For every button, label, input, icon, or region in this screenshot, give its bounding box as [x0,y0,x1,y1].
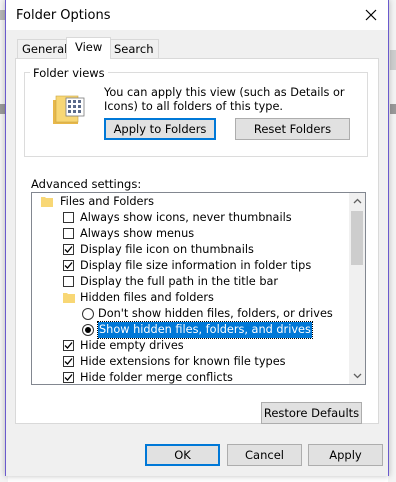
scroll-thumb[interactable] [351,211,363,265]
folder-views-description: You can apply this view (such as Details… [104,86,345,113]
checkmark-icon [64,358,73,365]
checkbox-display-file-icon[interactable] [63,244,74,255]
checkbox-hide-merge-conflicts[interactable] [63,372,74,383]
dialog-body: General View Search Folder views You can… [6,30,388,476]
tree-folder-row: Files and Folders [32,194,348,210]
apply-button[interactable]: Apply [308,444,383,466]
checkbox-hide-empty-drives[interactable] [63,340,74,351]
apply-to-folders-button[interactable]: Apply to Folders [104,118,216,140]
radio-label: Don't show hidden files, folders, or dri… [98,307,333,320]
checkbox-display-file-size[interactable] [63,260,74,271]
ok-button[interactable]: OK [145,444,220,466]
tree-radio-row[interactable]: Don't show hidden files, folders, or dri… [32,306,348,322]
chevron-down-icon [353,373,361,379]
tree-checkbox-row[interactable]: Always show menus [32,226,348,242]
cancel-label: Cancel [245,448,284,462]
radio-dont-show-hidden[interactable] [82,308,94,320]
chevron-up-icon [353,198,361,204]
checkbox-label: Hide folder merge conflicts [80,371,233,384]
folder-icon [63,293,75,303]
advanced-settings-label: Advanced settings: [31,177,142,191]
background-window-edge-right [388,0,396,482]
background-window-mark [390,104,396,114]
tab-view[interactable]: View [66,37,112,59]
tree-checkbox-row[interactable]: Display file icon on thumbnails [32,242,348,258]
reset-folders-button[interactable]: Reset Folders [235,118,350,140]
folder-icon [41,197,53,207]
apply-label: Apply [329,448,362,462]
folder-views-icon [53,95,85,124]
checkmark-icon [64,374,73,381]
tab-general-label: General [22,42,68,56]
tree-checkbox-row[interactable]: Display file size information in folder … [32,258,348,274]
checkbox-label: Display file icon on thumbnails [80,243,254,256]
tree-checkbox-row[interactable]: Hide extensions for known file types [32,354,348,370]
radio-selected-dot [85,327,91,333]
vertical-scrollbar[interactable] [349,193,365,384]
checkbox-label: Display file size information in folder … [80,259,312,272]
checkbox-hide-extensions[interactable] [63,356,74,367]
restore-defaults-button[interactable]: Restore Defaults [261,402,362,424]
tab-general[interactable]: General [17,39,73,58]
checkbox-always-show-menus[interactable] [63,228,74,239]
tab-search-label: Search [114,42,154,56]
tree-folder-label: Hidden files and folders [80,291,214,304]
tree-checkbox-row[interactable]: Display the full path in the title bar [32,274,348,290]
radio-show-hidden[interactable] [82,324,94,336]
checkbox-label: Always show icons, never thumbnails [80,211,292,224]
scroll-down-button[interactable] [349,368,365,384]
checkbox-label: Always show menus [80,227,195,240]
radio-label-selected: Show hidden files, folders, and drives [97,321,313,339]
ok-label: OK [174,448,191,462]
checkmark-icon [64,342,73,349]
window-title: Folder Options [16,8,111,23]
close-icon [365,9,377,21]
folder-options-dialog: Folder Options General View Search Folde… [5,0,389,476]
background-window-mark [390,50,396,70]
tab-view-label: View [75,40,103,54]
close-button[interactable] [360,4,382,26]
folder-views-legend: Folder views [30,66,108,80]
tab-search[interactable]: Search [109,39,159,58]
checkbox-label: Hide empty drives [80,339,184,352]
restore-defaults-label: Restore Defaults [263,406,360,420]
checkmark-icon [64,262,73,269]
apply-to-folders-label: Apply to Folders [113,122,207,136]
checkbox-label: Hide extensions for known file types [80,355,286,368]
tree-checkbox-row[interactable]: Always show icons, never thumbnails [32,210,348,226]
tree-checkbox-row[interactable]: Hide folder merge conflicts [32,370,348,384]
cancel-button[interactable]: Cancel [227,444,302,466]
checkbox-display-full-path[interactable] [63,276,74,287]
tree-radio-row[interactable]: Show hidden files, folders, and drives [32,321,348,339]
reset-folders-label: Reset Folders [253,122,332,136]
checkbox-label: Display the full path in the title bar [80,275,279,288]
tree-checkbox-row[interactable]: Hide empty drives [32,338,348,354]
checkbox-always-show-icons[interactable] [63,212,74,223]
tree-folder-row: Hidden files and folders [32,290,348,306]
tree-folder-label: Files and Folders [60,195,155,208]
title-bar[interactable]: Folder Options [6,0,388,30]
advanced-settings-tree[interactable]: Files and Folders Always show icons, nev… [31,192,366,385]
scroll-up-button[interactable] [349,193,365,209]
checkmark-icon [64,246,73,253]
